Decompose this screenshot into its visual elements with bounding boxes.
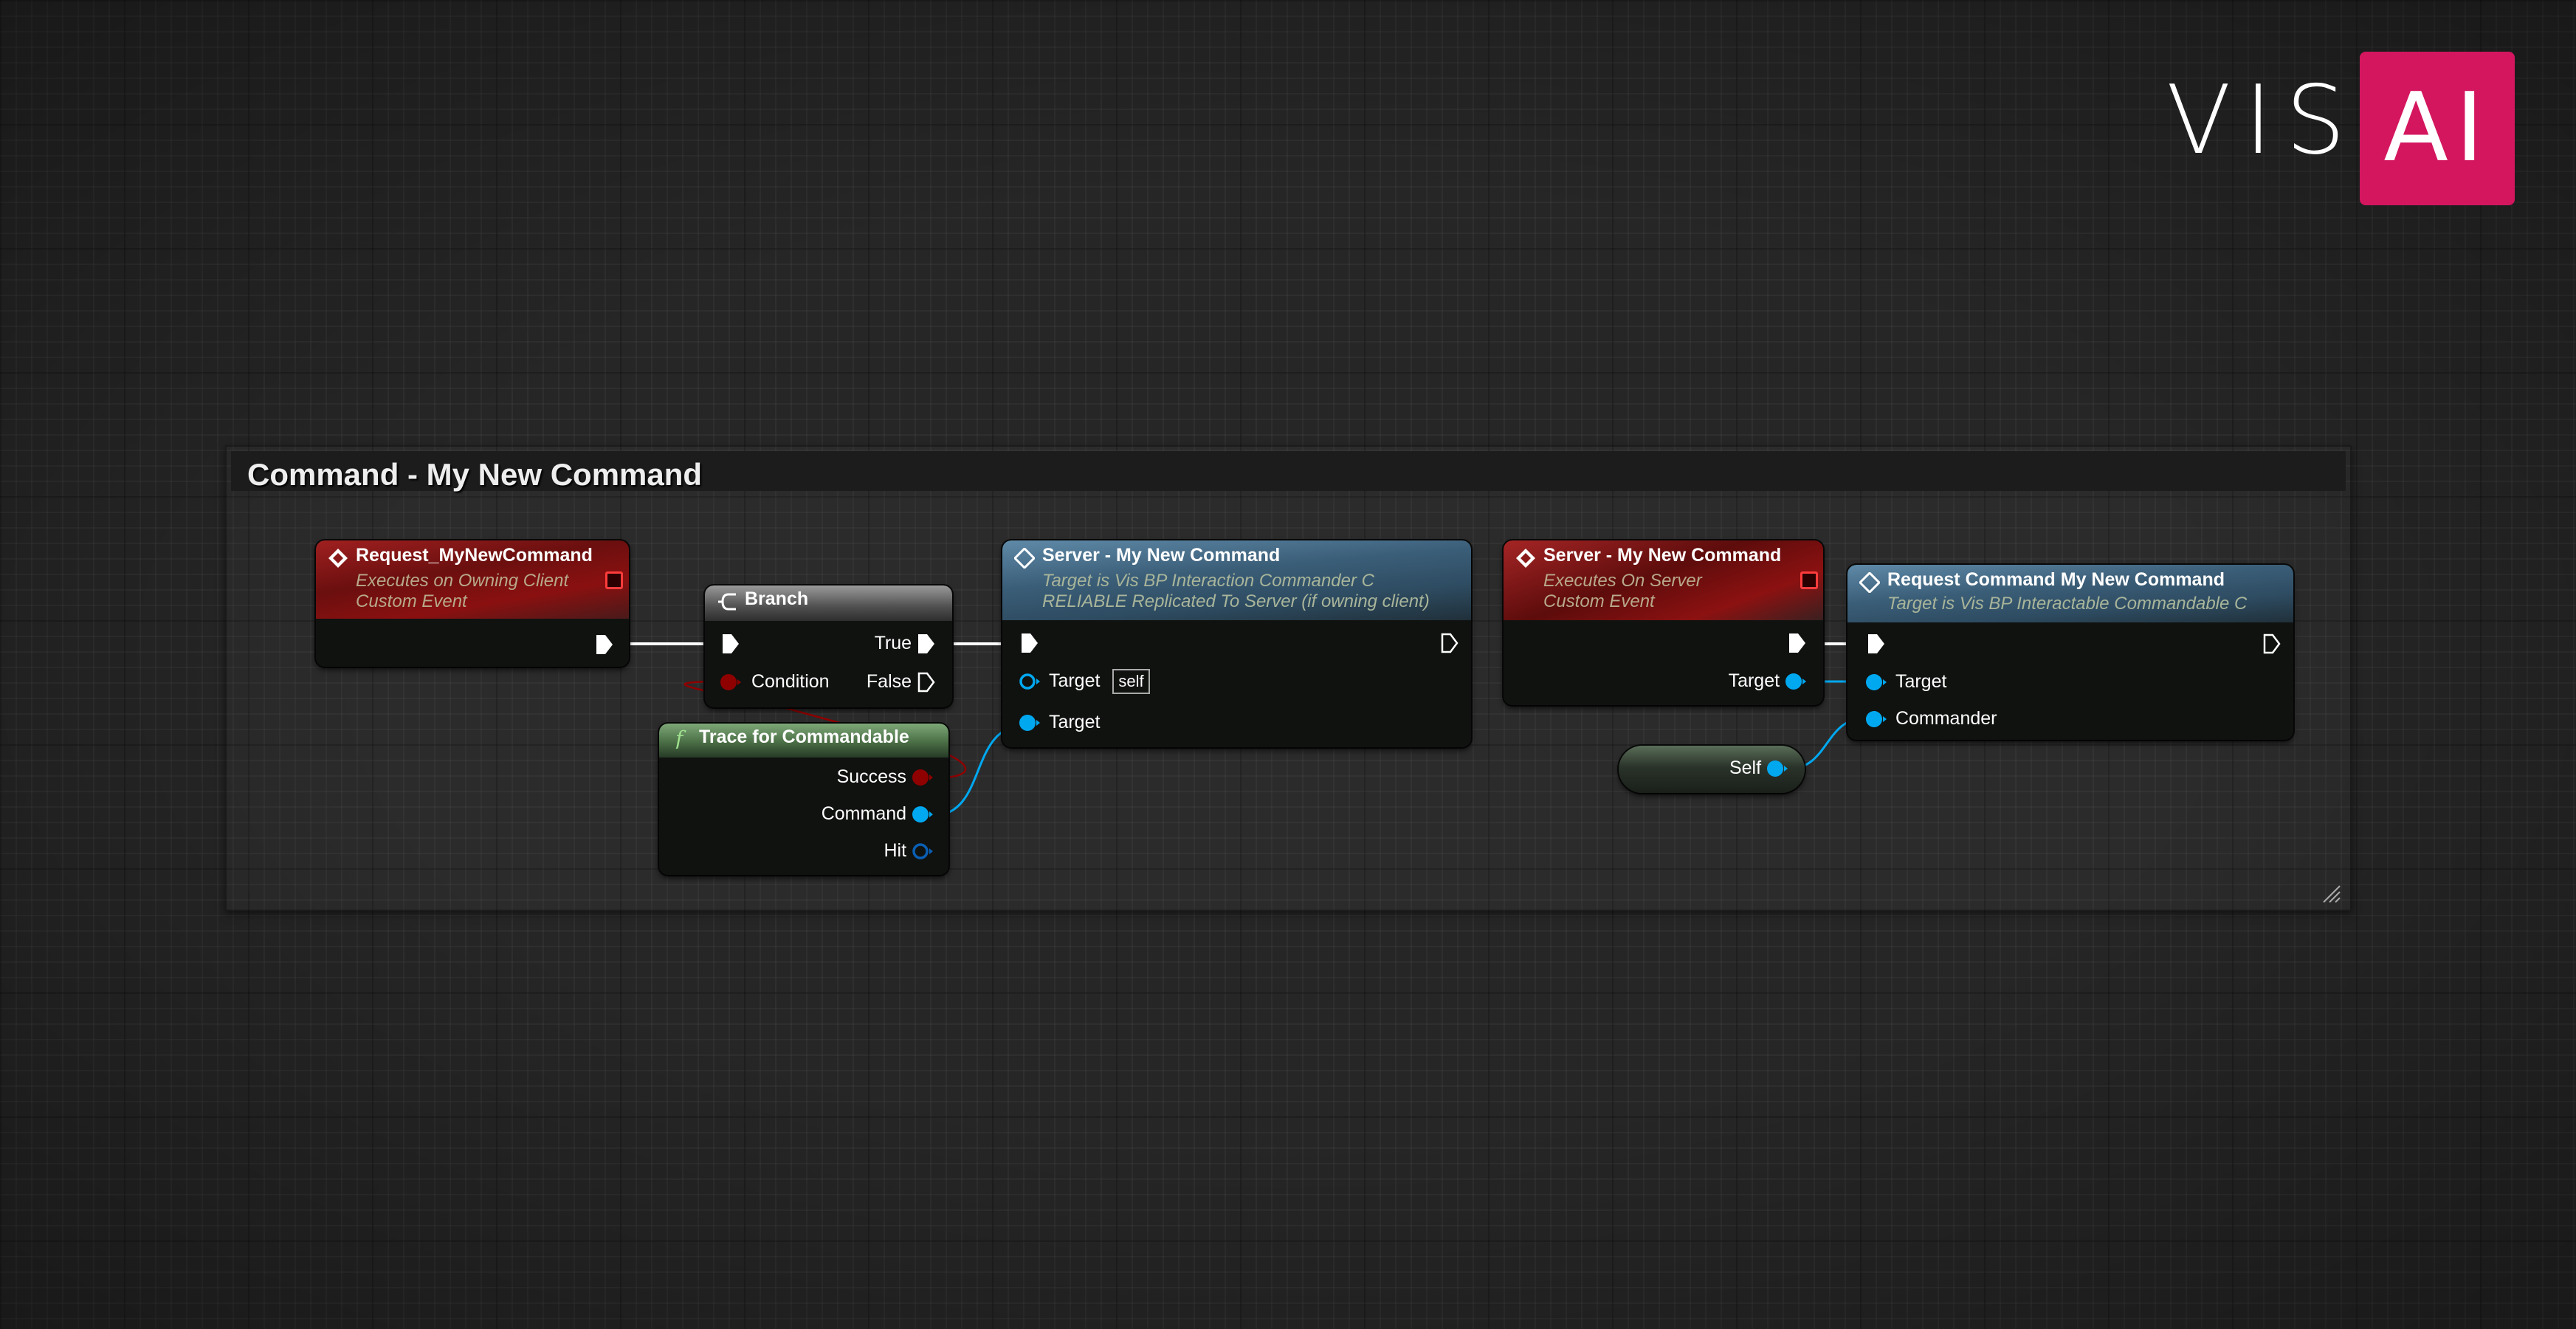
comment-header[interactable]: Command - My New Command [231,451,2346,492]
vis-ai-logo: VIS AI [2166,52,2515,205]
node-self[interactable]: Self [1619,746,1805,793]
exec-out-pin[interactable] [595,633,614,656]
node-header: Request_MyNewCommand Executes on Owning … [316,540,629,619]
svg-text:f: f [674,728,686,749]
condition-pin[interactable]: Condition [720,671,830,693]
exec-out-pin[interactable] [1440,632,1459,654]
node-subtitle: Executes on Owning Client [356,571,569,591]
false-pin[interactable]: False [867,671,936,693]
event-call-icon [1859,572,1880,593]
node-title: Branch [745,588,809,609]
bool-pin-icon [912,769,933,786]
node-header: Branch [705,585,952,621]
node-request-mynewcommand[interactable]: Request_MyNewCommand Executes on Owning … [316,540,629,667]
node-title: Server - My New Command [1543,545,1782,566]
logo-text-vis: VIS [2166,66,2359,176]
event-call-icon [1014,548,1035,569]
target-in-pin[interactable]: Target [1865,671,1946,693]
exec-out-pin[interactable] [2262,633,2281,655]
node-subtitle: Target is Vis BP Interactable Commandabl… [1887,594,2248,614]
logo-badge: AI [2360,52,2515,205]
delegate-pin[interactable] [1800,571,1818,589]
exec-out-icon [918,634,934,654]
target-out-pin[interactable]: Target [1729,670,1807,692]
pin-label: Success [836,766,907,787]
hit-pin[interactable]: Hit [884,840,934,862]
target-pin[interactable]: Target [1019,712,1100,733]
self-default-value: self [1112,669,1150,694]
object-pin-icon [912,806,933,823]
pin-label: Condition [751,671,830,692]
node-request-command-my-new-command[interactable]: Request Command My New Command Target is… [1847,565,2293,740]
exec-in-pin[interactable] [721,633,740,655]
pin-label: Target [1895,671,1947,692]
node-server-my-new-command-call[interactable]: Server - My New Command Target is Vis BP… [1002,540,1471,747]
command-pin[interactable]: Command [822,803,934,825]
pin-label: Self [1729,758,1762,778]
commander-in-pin[interactable]: Commander [1865,708,1997,729]
custom-event-icon [1516,549,1535,568]
exec-in-pin[interactable] [1867,633,1886,655]
pin-label: Target [1048,670,1101,691]
node-server-my-new-command-event[interactable]: Server - My New Command Executes On Serv… [1504,540,1823,705]
node-subtitle: Executes On Server [1543,571,1702,591]
node-title: Trace for Commandable [699,727,909,747]
pin-label: False [866,671,912,692]
node-header: Server - My New Command Target is Vis BP… [1002,540,1471,620]
self-out-pin[interactable]: Self [1729,758,1788,779]
exec-out-empty-icon [917,673,935,693]
target-self-pin[interactable]: Target self [1019,669,1150,694]
true-pin[interactable]: True [875,633,936,655]
node-subtitle: Custom Event [356,591,467,611]
node-branch[interactable]: Branch True Condition False [705,585,952,707]
delegate-pin[interactable] [605,571,623,589]
node-trace-for-commandable[interactable]: f Trace for Commandable Success Command … [659,724,948,875]
pin-label: Hit [884,840,907,861]
node-title: Server - My New Command [1042,545,1281,566]
object-pin-icon [1866,711,1887,728]
node-subtitle: RELIABLE Replicated To Server (if owning… [1042,591,1430,611]
bool-pin-icon [720,674,741,691]
function-icon: f [674,728,686,749]
logo-text-ai: AI [2383,73,2491,183]
node-title: Request_MyNewCommand [356,545,593,566]
node-subtitle: Target is Vis BP Interaction Commander C [1042,571,1374,591]
node-header: Request Command My New Command Target is… [1847,565,2293,622]
object-pin-icon [1767,760,1788,777]
pin-label: True [874,633,912,653]
custom-event-icon [328,549,348,568]
exec-in-pin[interactable] [1020,632,1039,654]
object-pin-empty-icon [1019,673,1040,690]
pin-label: Command [821,803,907,824]
pin-label: Target [1728,670,1780,691]
pin-label: Target [1048,712,1101,732]
object-pin-icon [1866,674,1887,691]
branch-icon [718,593,736,611]
success-pin[interactable]: Success [837,766,934,788]
comment-title: Command - My New Command [247,457,703,492]
exec-out-pin[interactable] [1788,632,1807,654]
resize-handle-icon[interactable] [2321,883,2341,904]
pin-label: Commander [1895,708,1997,729]
struct-pin-icon [912,843,933,860]
object-pin-icon [1785,673,1806,690]
object-pin-icon [1019,715,1040,732]
node-subtitle: Custom Event [1543,591,1655,611]
node-header: f Trace for Commandable [659,724,948,758]
node-header: Server - My New Command Executes On Serv… [1504,540,1823,620]
node-title: Request Command My New Command [1887,569,2225,590]
